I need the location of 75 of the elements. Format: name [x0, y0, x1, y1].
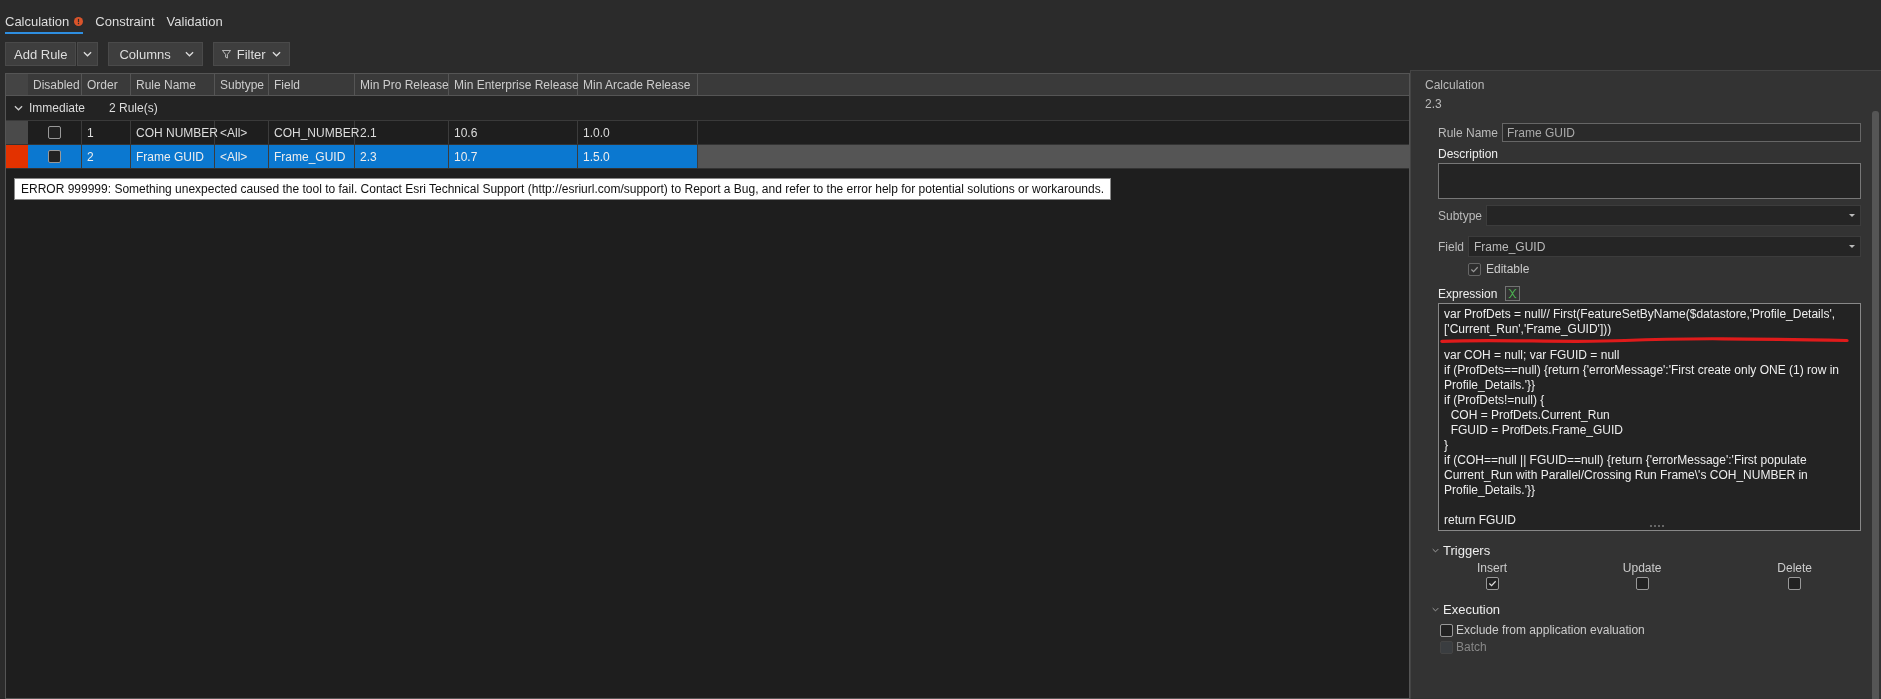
field-label: Description [1438, 147, 1500, 161]
chevron-icon[interactable] [14, 105, 23, 111]
filter-button[interactable]: Filter [212, 42, 290, 66]
table-cell: COH NUMBER [131, 121, 215, 144]
code-line: if (ProfDets!=null) { [1444, 393, 1545, 408]
column-header[interactable]: Min Pro Release [355, 74, 449, 95]
checkbox-label: Editable [1486, 262, 1530, 276]
caret-icon [1849, 214, 1855, 217]
column-header[interactable]: Min Enterprise Release [449, 74, 578, 95]
code-line: } [1444, 438, 1448, 453]
checkbox[interactable] [1440, 623, 1453, 637]
version-label: 2.3 [1425, 97, 1443, 111]
code-line: return FGUID [1444, 513, 1516, 528]
error-tooltip: ERROR 999999: Something unexpected caused the tool to fail. Contact Esri Technical Support (http://esriurl.com/support) to Report a Bug, and refer to the error help for potential solutions or workarounds. [14, 178, 1112, 200]
table-cell: 1 [82, 121, 131, 144]
caret-icon [83, 51, 93, 57]
checkbox[interactable] [48, 150, 61, 163]
caret-icon [1849, 245, 1855, 248]
code-line: var COH = null; var FGUID = null [1444, 348, 1620, 363]
table-cell: <All> [215, 145, 269, 168]
checkbox[interactable] [1485, 577, 1499, 590]
checkbox-label: Insert [1477, 561, 1507, 575]
checkmark-icon [1487, 579, 1497, 588]
add-rule-button[interactable]: Add Rule [5, 42, 77, 66]
caret-icon [184, 51, 194, 57]
tab[interactable]: Validation [166, 10, 223, 34]
checkbox-label: Exclude from application evaluation [1456, 623, 1645, 637]
panel-title: Calculation [1425, 78, 1486, 92]
section-title: Execution [1443, 602, 1501, 617]
checkbox-label: Batch [1456, 640, 1487, 654]
expression-builder-icon[interactable] [1505, 286, 1521, 301]
tab[interactable]: Calculation [5, 10, 84, 34]
table-cell: 2 [82, 145, 131, 168]
field-label: Subtype [1438, 208, 1483, 223]
column-header[interactable]: Field [269, 74, 355, 95]
table-cell: 10.6 [449, 121, 578, 144]
field-label: Expression [1438, 286, 1498, 301]
checkbox[interactable] [1468, 262, 1481, 276]
table-cell: 1.0.0 [578, 121, 698, 144]
group-count: 2 Rule(s) [109, 101, 158, 115]
field-dropdown[interactable]: Frame_GUID [1468, 236, 1861, 257]
checkbox[interactable] [1635, 577, 1649, 590]
columns-button[interactable]: Columns [108, 42, 203, 66]
column-header[interactable]: Subtype [215, 74, 269, 95]
code-line: COH = ProfDets.Current_Run [1449, 408, 1610, 423]
code-line: if (COH==null || FGUID==null) {return {'errorMessage':'First populate Current_Run with Parallel/Crossing Run Frame\'s COH_NUMBER in Profile_Details.'}} [1444, 453, 1809, 498]
table-cell: 2.3 [355, 145, 449, 168]
column-header[interactable]: Rule Name [131, 74, 215, 95]
code-line: FGUID = ProfDets.Frame_GUID [1449, 423, 1624, 438]
description-field[interactable] [1438, 163, 1861, 199]
checkmark-icon [1470, 264, 1479, 274]
expression-editor[interactable] [1438, 303, 1861, 531]
tab[interactable]: Constraint [95, 10, 155, 34]
rule-name-field[interactable]: Frame GUID [1502, 123, 1861, 142]
field-label: Rule Name [1438, 125, 1499, 140]
checkbox-label: Update [1622, 561, 1662, 575]
code-line: var ProfDets = null// First(FeatureSetByName($datastore,'Profile_Details', ['Current_Run','Frame_GUID'])) [1444, 307, 1837, 337]
filter-icon [221, 49, 231, 59]
scrollbar-thumb[interactable] [1872, 111, 1879, 699]
column-header[interactable]: Min Arcade Release [578, 74, 698, 95]
caret-icon [271, 51, 281, 57]
table-cell: Frame GUID [131, 145, 215, 168]
table-cell: Frame_GUID [269, 145, 355, 168]
checkbox[interactable] [48, 126, 61, 139]
table-cell: 10.7 [449, 145, 578, 168]
resize-grip[interactable] [1649, 525, 1664, 529]
column-header[interactable]: Order [82, 74, 131, 95]
dropdown-button[interactable] [77, 42, 99, 66]
group-label: Immediate [29, 101, 87, 115]
table-row[interactable]: 2 Frame GUID <All> Frame_GUID 2.3 10.7 1.5.0 [6, 145, 1409, 169]
field-label: Field [1438, 239, 1464, 254]
column-header[interactable]: Disabled [28, 74, 82, 95]
section-title: Triggers [1443, 543, 1491, 558]
checkbox-label: Delete [1777, 561, 1812, 575]
checkbox[interactable] [1788, 577, 1802, 590]
